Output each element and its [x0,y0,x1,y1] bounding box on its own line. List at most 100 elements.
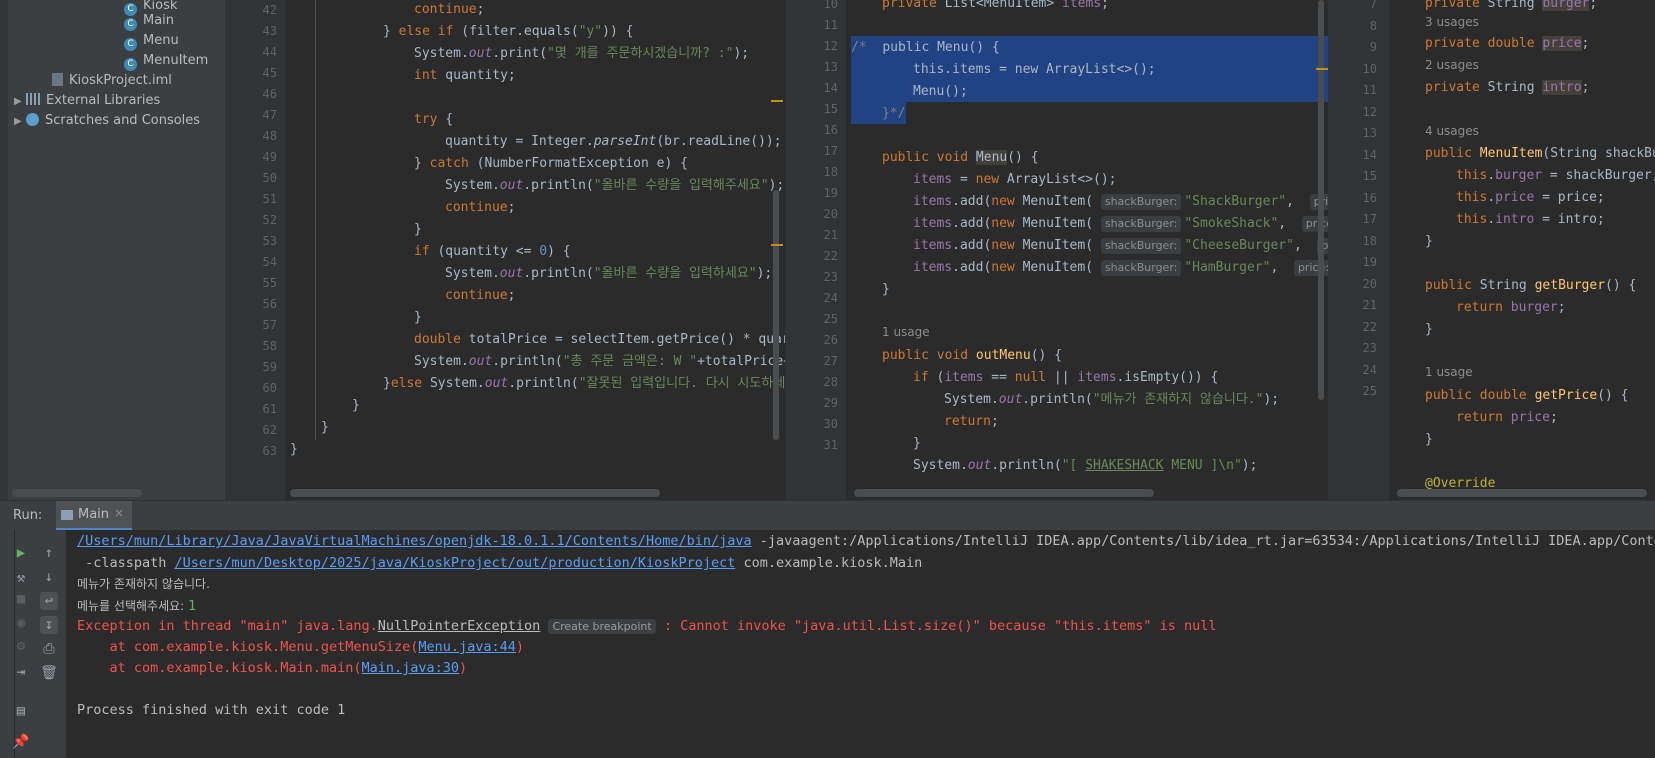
line-number: 7 [1369,0,1377,11]
class-icon: C [124,38,137,51]
line-number: 50 [262,171,277,185]
line-number: 25 [823,312,838,326]
line-number: 60 [262,381,277,395]
wrench-icon[interactable]: ⚒ [12,569,30,587]
line-number: 14 [1362,147,1377,162]
line-number: 16 [823,123,838,137]
run-label: Run: [13,508,43,523]
editor-menuitem-java[interactable]: 7 8 9 10 11 12 13 14 15 16 17 18 19 20 21 22 23 24 25 priv… [1328,0,1655,500]
line-number: 48 [262,129,277,143]
console-line-prompt: 메뉴를 선택해주세요: 1 [77,598,197,614]
usage-hint[interactable]: 1 usage [882,325,930,339]
exit-icon[interactable]: ⇥ [12,663,30,681]
warning-marker [771,100,783,102]
chevron-right-icon[interactable]: ▶ [14,92,26,112]
console-line-trace2: at com.example.kiosk.Main.main(Main.java… [77,660,468,676]
tree-item-menuitem[interactable]: C MenuItem [124,51,208,71]
class-icon: C [124,18,137,31]
menu-java-link[interactable]: Menu.java:44 [418,639,516,655]
usage-hint[interactable]: 2 usages [1425,58,1479,72]
line-number: 55 [262,276,277,290]
line-number: 12 [1362,104,1377,119]
line-number: 47 [262,108,277,122]
console-line-exception: Exception in thread "main" java.lang.Nul… [77,618,1217,634]
main-java-link[interactable]: Main.java:30 [361,660,459,676]
print-icon[interactable]: ⎙ [40,640,58,658]
settings-icon[interactable]: ⚙ [12,637,30,655]
create-breakpoint-button[interactable]: Create breakpoint [548,619,656,634]
line-number: 17 [823,144,838,158]
arrow-up-icon[interactable]: ↑ [40,544,58,562]
tree-item-scratches[interactable]: ▶ Scratches and Consoles [14,111,200,131]
line-number: 61 [262,402,277,416]
line-number: 21 [823,228,838,242]
tree-item-menu[interactable]: C Menu [124,31,179,51]
line-number: 56 [262,297,277,311]
line-number: 63 [262,444,277,458]
classpath-link[interactable]: /Users/mun/Desktop/2025/java/KioskProjec… [175,555,736,571]
exception-link[interactable]: NullPointerException [378,618,541,634]
class-icon: C [124,58,137,71]
line-number: 58 [262,339,277,353]
editor-gutter: 10 11 12 13 14 15 16 17 18 19 20 21 22 23 24 25 26 27 28 29… [786,0,846,500]
stop-icon[interactable]: ■ [12,590,30,608]
camera-icon[interactable]: ◉ [12,614,30,632]
tab-main[interactable]: Main × [56,501,132,531]
line-number: 29 [823,396,838,410]
line-number: 53 [262,234,277,248]
editor-vertical-scrollbar[interactable] [773,190,779,440]
line-number: 24 [1362,362,1377,377]
console-line-finished: Process finished with exit code 1 [77,702,346,718]
line-number: 19 [823,186,838,200]
line-number: 62 [262,423,277,437]
rerun-icon[interactable]: ▶ [12,544,30,562]
run-console[interactable]: /Users/mun/Library/Java/JavaVirtualMachi… [66,530,1655,758]
line-number: 11 [823,18,838,32]
line-number: 59 [262,360,277,374]
editor-horizontal-scrollbar[interactable] [1397,489,1647,497]
usage-hint[interactable]: 3 usages [1425,15,1479,29]
chevron-right-icon[interactable]: ▶ [14,112,26,132]
line-number: 25 [1362,384,1377,398]
line-number: 16 [1362,190,1377,205]
line-number: 23 [1362,341,1377,355]
line-number: 18 [823,165,838,179]
line-number: 15 [823,102,838,116]
line-number: 51 [262,192,277,206]
library-icon [26,93,40,105]
line-number: 17 [1362,212,1377,226]
editor-vertical-scrollbar[interactable] [1318,0,1324,400]
project-tool-window: C Kiosk C Main C Menu C MenuItem KioskProjec… [0,0,225,500]
trash-icon[interactable]: 🗑 [40,664,58,682]
arrow-down-icon[interactable]: ↓ [40,568,58,586]
tree-item-iml[interactable]: KioskProject.iml [52,71,172,91]
line-number: 26 [823,333,838,347]
close-icon[interactable]: × [114,506,124,520]
pin-icon[interactable]: 📌 [12,733,30,751]
soft-wrap-icon[interactable]: ↩ [40,592,58,610]
line-number: 8 [1369,18,1377,33]
line-number: 24 [823,291,838,305]
editor-main-java[interactable]: 42 43 44 45 46 47 48 49 50 51 52 53 54 55 56 57 58 59 60 61… [225,0,785,500]
line-number: 42 [262,3,277,17]
tree-item-main[interactable]: C Main [124,11,174,31]
warning-marker [771,244,783,246]
line-number: 21 [1362,298,1377,312]
user-input: 1 [188,598,197,614]
layout-icon[interactable]: ▤ [12,702,30,720]
console-line-command: /Users/mun/Library/Java/JavaVirtualMachi… [77,533,1655,549]
line-number: 54 [262,255,277,269]
java-path-link[interactable]: /Users/mun/Library/Java/JavaVirtualMachi… [77,533,752,549]
line-number: 43 [262,24,277,38]
usage-hint[interactable]: 1 usage [1425,365,1473,379]
project-horizontal-scrollbar[interactable] [12,489,142,497]
editor-horizontal-scrollbar[interactable] [290,489,660,497]
editor-menu-java[interactable]: 10 11 12 13 14 15 16 17 18 19 20 21 22 23 24 25 26 27 28 29… [785,0,1329,500]
usage-hint[interactable]: 4 usages [1425,124,1479,138]
line-number: 30 [823,417,838,431]
console-line-trace1: at com.example.kiosk.Menu.getMenuSize(Me… [77,639,525,655]
scroll-to-end-icon[interactable]: ↧ [40,616,58,634]
tree-item-external-libraries[interactable]: ▶ External Libraries [14,91,160,111]
line-number: 52 [262,213,277,227]
editor-horizontal-scrollbar[interactable] [854,489,1154,497]
